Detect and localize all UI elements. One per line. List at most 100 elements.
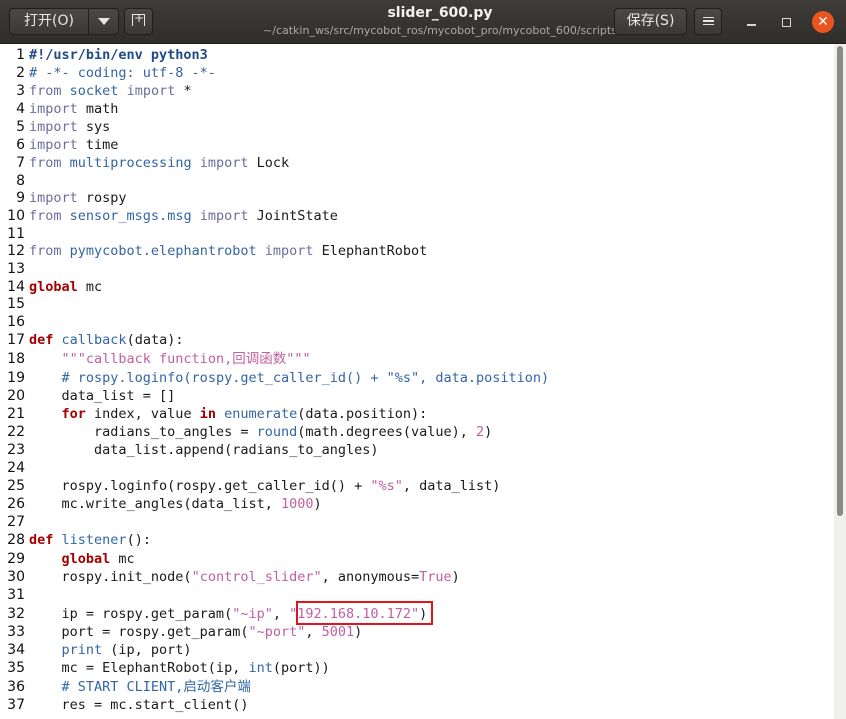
- menu-button[interactable]: [694, 8, 722, 35]
- code-token: ,: [305, 624, 322, 640]
- open-button[interactable]: 打开(O): [9, 8, 89, 35]
- line-number: 21: [7, 406, 25, 422]
- line-number: 18: [7, 351, 25, 367]
- scrollbar-thumb[interactable]: [837, 46, 843, 516]
- file-path: ~/catkin_ws/src/mycobot_ros/mycobot_pro/…: [263, 24, 617, 37]
- code-token: (ip, port): [102, 642, 192, 658]
- code-token: in: [199, 406, 216, 422]
- ip-highlight-box: [296, 601, 433, 625]
- line-number: 36: [7, 679, 25, 695]
- line-number: 20: [7, 388, 25, 404]
- line-number: 27: [7, 514, 25, 530]
- code-token: "~port": [248, 624, 306, 640]
- code-token: (math.degrees(value),: [297, 424, 477, 440]
- line-number: 13: [7, 261, 25, 277]
- line-number: 29: [7, 551, 25, 567]
- close-button[interactable]: ✕: [812, 11, 834, 33]
- line-number: 23: [7, 442, 25, 458]
- title-bar: 打开(O) slider_600.py ~/catkin_ws/src/myco…: [0, 0, 846, 44]
- code-token: data_list = []: [29, 388, 176, 404]
- code-token: time: [77, 137, 119, 153]
- code-token: res = mc.start_client(): [29, 697, 249, 713]
- code-token: , data_list): [402, 478, 501, 494]
- code-token: rospy: [77, 190, 127, 206]
- line-number: 15: [7, 296, 25, 312]
- line-number: 37: [7, 697, 25, 713]
- new-tab-button[interactable]: [124, 8, 153, 35]
- code-token: """callback function,回调函数""": [61, 351, 311, 367]
- code-token: global: [61, 551, 111, 567]
- code-token: *: [175, 83, 192, 99]
- code-token: mc = ElephantRobot(ip,: [29, 660, 249, 676]
- code-token: ): [451, 569, 460, 585]
- line-source: import math: [29, 100, 118, 118]
- gedit-window: 打开(O) slider_600.py ~/catkin_ws/src/myco…: [0, 0, 846, 719]
- code-token: ): [484, 424, 493, 440]
- code-token: def: [29, 332, 54, 348]
- line-source: data_list = []: [29, 387, 176, 405]
- code-token: print: [61, 642, 103, 658]
- line-number: 1: [16, 47, 25, 63]
- code-token: sensor_msgs.msg: [69, 208, 192, 224]
- hamburger-menu-icon: [702, 15, 714, 28]
- line-number: 26: [7, 496, 25, 512]
- line-source: res = mc.start_client(): [29, 696, 249, 714]
- minimize-button[interactable]: [741, 12, 761, 32]
- line-number: 7: [16, 155, 25, 171]
- code-token: import: [199, 208, 249, 224]
- code-token: int: [248, 660, 273, 676]
- line-number: 11: [7, 226, 25, 242]
- code-token: ip = rospy.get_param(: [29, 606, 233, 622]
- line-source: #!/usr/bin/env python3: [29, 46, 208, 64]
- code-token: from: [29, 83, 62, 99]
- vertical-scrollbar[interactable]: [834, 44, 846, 719]
- code-token: import: [29, 101, 78, 117]
- code-token: radians_to_angles =: [29, 424, 257, 440]
- code-token: "%s": [370, 478, 403, 494]
- code-token: enumerate: [224, 406, 298, 422]
- line-source: from pymycobot.elephantrobot import Elep…: [29, 242, 427, 260]
- code-token: rospy.init_node(: [29, 569, 192, 585]
- line-number: 6: [16, 137, 25, 153]
- text-editor[interactable]: 1 #!/usr/bin/env python3 2 # -*- coding: ut…: [0, 44, 846, 719]
- file-name: slider_600.py: [387, 5, 493, 21]
- code-token: True: [419, 569, 452, 585]
- line-source: import time: [29, 136, 118, 154]
- line-source: global mc: [29, 550, 135, 568]
- line-source: data_list.append(radians_to_angles): [29, 441, 378, 459]
- save-button[interactable]: 保存(S): [614, 8, 687, 35]
- code-token: listener: [61, 532, 127, 548]
- line-source: radians_to_angles = round(math.degrees(v…: [29, 423, 492, 441]
- code-token: round: [256, 424, 298, 440]
- code-token: #!/usr/bin/env python3: [29, 47, 208, 63]
- code-token: ElephantRobot: [313, 243, 428, 259]
- line-source: port = rospy.get_param("~port", 5001): [29, 623, 363, 641]
- line-number: 19: [7, 370, 25, 386]
- line-source: for index, value in enumerate(data.posit…: [29, 405, 428, 423]
- code-token: 1000: [280, 496, 314, 512]
- line-number: 24: [7, 460, 25, 476]
- open-menu-button[interactable]: [88, 8, 119, 35]
- code-token: rospy.loginfo(rospy.get_caller_id() +: [29, 478, 371, 494]
- line-number: 5: [16, 119, 25, 135]
- code-token: callback: [61, 332, 127, 348]
- code-token: (data):: [126, 332, 184, 348]
- line-source: # rospy.loginfo(rospy.get_caller_id() + …: [29, 369, 550, 387]
- new-tab-icon: [132, 10, 145, 26]
- code-token: , anonymous=: [321, 569, 420, 585]
- line-source: rospy.init_node("control_slider", anonym…: [29, 568, 460, 586]
- line-number: 17: [7, 332, 25, 348]
- code-token: # rospy.loginfo(rospy.get_caller_id() + …: [61, 370, 550, 386]
- line-source: rospy.loginfo(rospy.get_caller_id() + "%…: [29, 477, 501, 495]
- code-token: ): [354, 624, 363, 640]
- maximize-button[interactable]: [776, 12, 796, 32]
- line-source: def listener():: [29, 531, 151, 549]
